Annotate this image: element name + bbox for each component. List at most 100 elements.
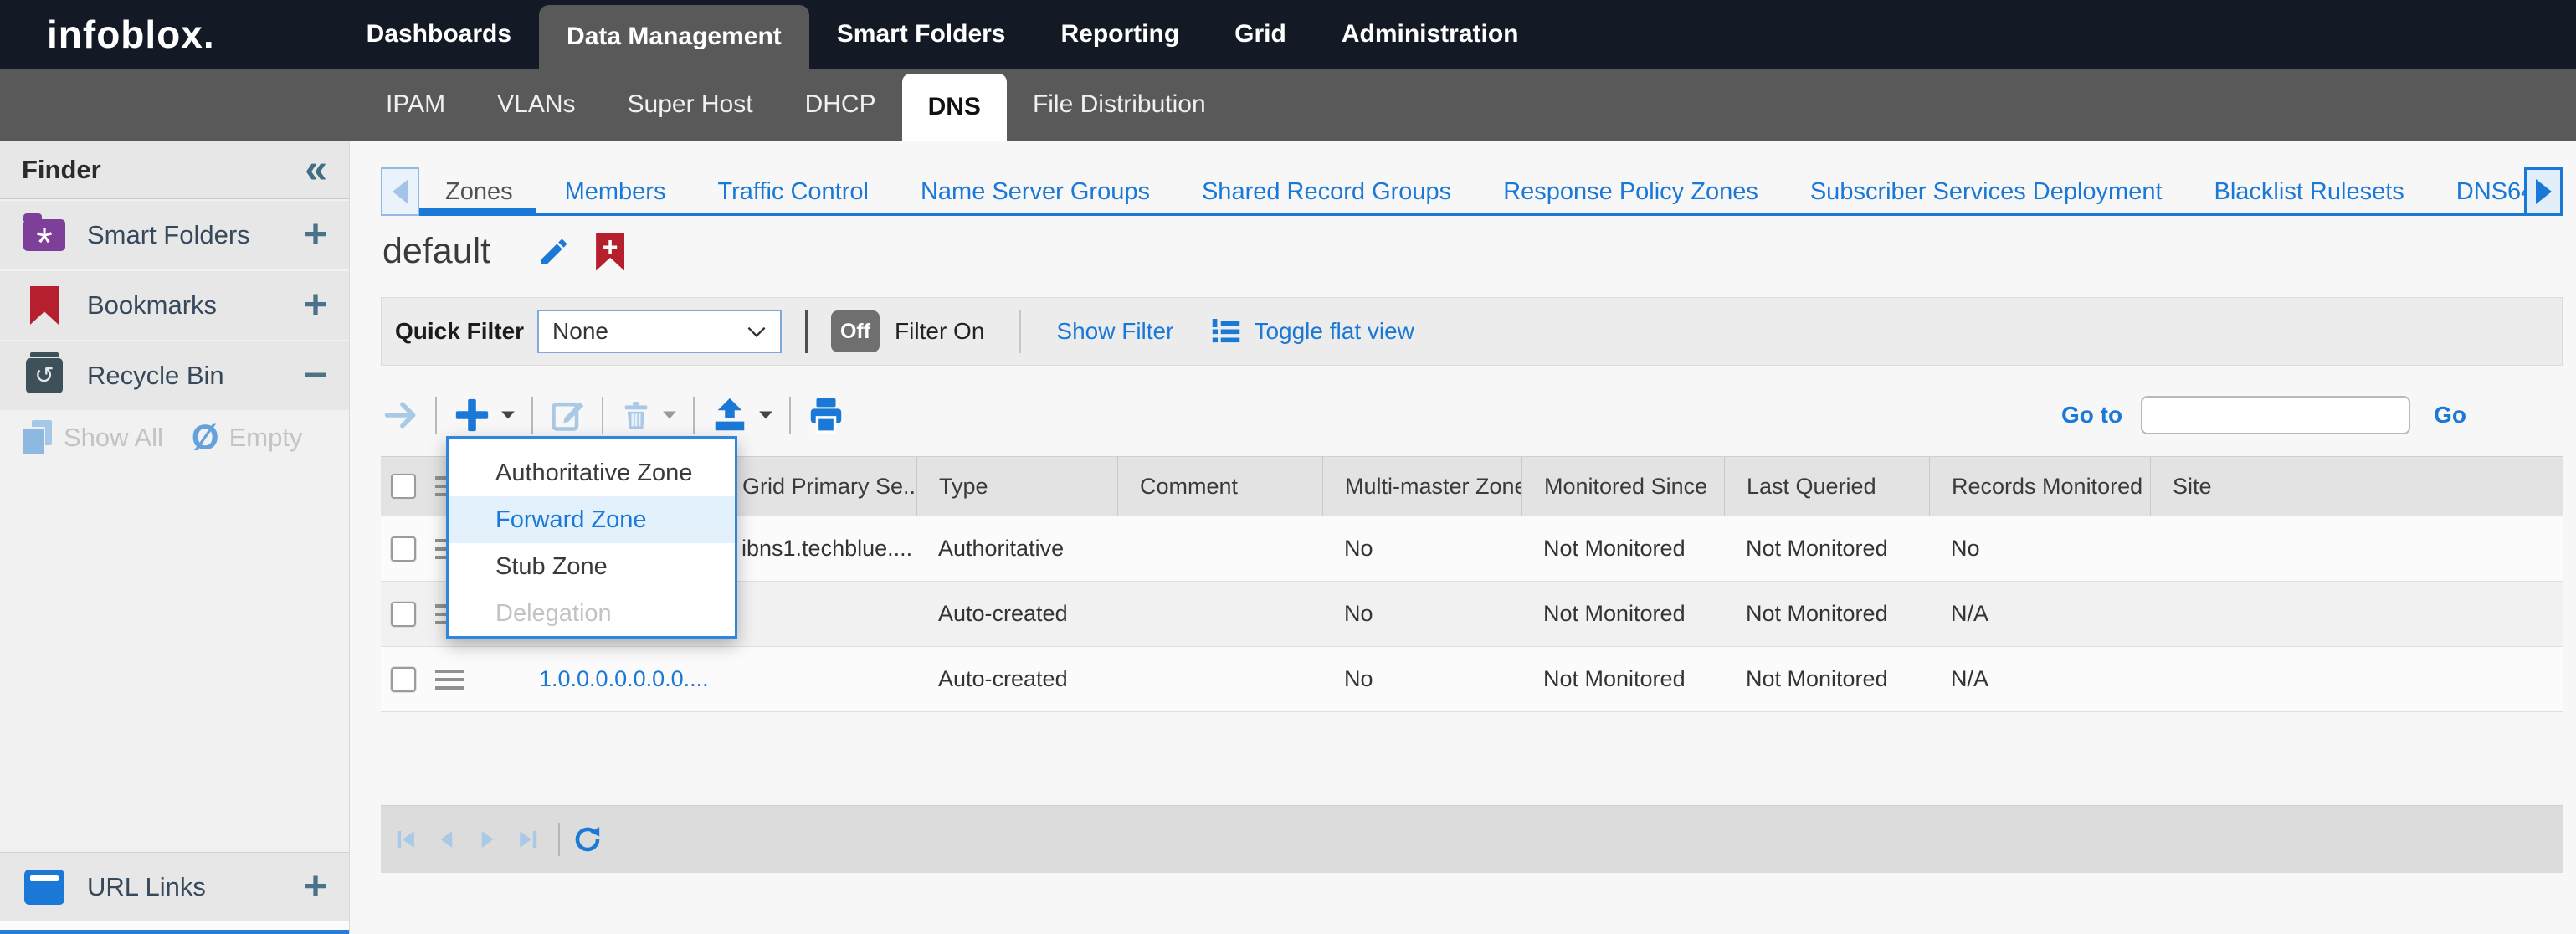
zone-name-link[interactable]: 1.0.0.0.0.0.0.0.... [480, 666, 720, 692]
recycle-bin-icon: ↺ [22, 358, 67, 393]
tabs-scroll-right-button[interactable] [2524, 167, 2563, 216]
row-checkbox[interactable] [391, 602, 416, 627]
chevron-down-icon [747, 326, 767, 338]
divider [1019, 310, 1021, 353]
sidebar-item-bookmarks[interactable]: Bookmarks + [0, 271, 349, 340]
previous-page-button[interactable] [434, 827, 459, 852]
collapse-sidebar-icon[interactable]: « [305, 153, 327, 187]
add-url-link-button[interactable]: + [304, 870, 327, 904]
filter-off-toggle[interactable]: Off [831, 310, 880, 352]
row-checkbox[interactable] [391, 536, 416, 562]
go-to-selected-icon [382, 397, 419, 434]
quick-filter-value: None [552, 318, 608, 345]
tab-response-policy-zones[interactable]: Response Policy Zones [1477, 167, 1784, 216]
tab-dns64-groups[interactable]: DNS64 Groups [2430, 167, 2524, 216]
sub-nav-item-file-distribution[interactable]: File Distribution [1007, 69, 1232, 141]
show-filter-link[interactable]: Show Filter [1056, 318, 1173, 345]
column-header-multi-master-zone[interactable]: Multi-master Zone [1322, 457, 1521, 516]
import-export-button[interactable] [711, 396, 773, 434]
menu-item-stub-zone[interactable]: Stub Zone [449, 543, 735, 590]
table-row[interactable]: 1.0.0.0.0.0.0.0....Auto-createdNoNot Mon… [381, 647, 2563, 712]
url-links-icon [22, 870, 67, 905]
add-smart-folder-button[interactable]: + [304, 218, 327, 252]
edit-title-icon[interactable] [537, 235, 571, 269]
column-header-site[interactable]: Site [2150, 457, 2563, 516]
add-bookmark-icon[interactable]: + [596, 233, 624, 271]
toggle-flat-view-link[interactable]: Toggle flat view [1254, 318, 1414, 345]
sub-nav-item-vlans[interactable]: VLANs [471, 69, 601, 141]
recycle-bin-actions: Show All Ø Empty [0, 410, 349, 465]
tab-zones[interactable]: Zones [419, 167, 539, 216]
caret-down-icon[interactable] [500, 410, 516, 420]
top-nav-item-dashboards[interactable]: Dashboards [339, 0, 539, 69]
sub-nav-item-dns[interactable]: DNS [902, 74, 1007, 141]
column-header-monitored-since[interactable]: Monitored Since [1521, 457, 1724, 516]
table-empty-area [381, 712, 2563, 806]
cell-grid-primary-se: ibns1.techblue.... [720, 536, 916, 562]
tab-subscriber-services-deployment[interactable]: Subscriber Services Deployment [1784, 167, 2189, 216]
sub-nav-item-dhcp[interactable]: DHCP [779, 69, 902, 141]
sidebar-item-smart-folders[interactable]: * Smart Folders + [0, 201, 349, 269]
delete-button [619, 397, 677, 434]
sidebar-bottom-bar [0, 930, 349, 934]
empty-button[interactable]: Empty [229, 423, 303, 453]
row-checkbox[interactable] [391, 667, 416, 692]
add-button[interactable] [453, 396, 516, 434]
sidebar-item-url-links[interactable]: URL Links + [0, 852, 349, 921]
row-menu-icon[interactable] [435, 670, 464, 690]
first-page-button[interactable] [394, 827, 419, 852]
tabs-scroll-left-button[interactable] [381, 167, 419, 216]
tab-traffic-control[interactable]: Traffic Control [691, 167, 895, 216]
caret-down-icon[interactable] [758, 410, 773, 420]
divider [558, 823, 560, 856]
top-nav-item-reporting[interactable]: Reporting [1034, 0, 1208, 69]
show-all-button[interactable]: Show All [64, 423, 163, 453]
tab-blacklist-rulesets[interactable]: Blacklist Rulesets [2189, 167, 2430, 216]
row-handle-cell [427, 647, 480, 711]
sidebar-item-recycle-bin[interactable]: ↺ Recycle Bin − [0, 341, 349, 410]
sub-nav: IPAMVLANsSuper HostDHCPDNSFile Distribut… [0, 69, 2576, 141]
top-nav-item-data-management[interactable]: Data Management [539, 5, 809, 69]
top-nav-item-smart-folders[interactable]: Smart Folders [809, 0, 1034, 69]
column-header-grid-primary-se[interactable]: Grid Primary Se... [720, 457, 916, 516]
top-nav-item-administration[interactable]: Administration [1314, 0, 1547, 69]
tab-shared-record-groups[interactable]: Shared Record Groups [1176, 167, 1477, 216]
add-bookmark-button[interactable]: + [304, 289, 327, 322]
tabs-underline [381, 213, 2563, 216]
sub-nav-item-ipam[interactable]: IPAM [360, 69, 471, 141]
sidebar-item-label: URL Links [87, 872, 304, 902]
cell-records-monitored: No [1929, 536, 2150, 562]
row-select-cell [381, 582, 427, 646]
cell-monitored-since: Not Monitored [1521, 601, 1724, 627]
sidebar-item-label: Recycle Bin [87, 361, 304, 391]
next-page-button[interactable] [475, 827, 500, 852]
tab-members[interactable]: Members [539, 167, 692, 216]
infoblox-logo: infoblox. [47, 12, 215, 57]
cell-type: Auto-created [916, 666, 1117, 692]
go-button[interactable]: Go [2434, 402, 2466, 429]
menu-item-authoritative-zone[interactable]: Authoritative Zone [449, 449, 735, 496]
chevron-right-icon [2536, 179, 2552, 204]
caret-down-icon [662, 410, 677, 420]
quick-filter-select[interactable]: None [537, 310, 782, 353]
column-header-type[interactable]: Type [916, 457, 1117, 516]
sub-nav-item-super-host[interactable]: Super Host [602, 69, 779, 141]
collapse-recycle-bin-button[interactable]: − [304, 359, 327, 393]
top-nav-item-grid[interactable]: Grid [1207, 0, 1314, 69]
menu-item-forward-zone[interactable]: Forward Zone [449, 496, 735, 543]
last-page-button[interactable] [515, 827, 540, 852]
column-header-records-monitored[interactable]: Records Monitored [1929, 457, 2150, 516]
bookmarks-icon [22, 286, 67, 325]
cell-multi-master-zone: No [1322, 601, 1521, 627]
select-all-checkbox[interactable] [391, 474, 416, 499]
tab-name-server-groups[interactable]: Name Server Groups [895, 167, 1176, 216]
goto-input[interactable] [2141, 396, 2410, 434]
smart-folders-icon: * [22, 219, 67, 251]
print-button[interactable] [807, 396, 845, 434]
sidebar-item-label: Smart Folders [87, 220, 304, 250]
column-header-comment[interactable]: Comment [1117, 457, 1322, 516]
finder-header: Finder « [0, 141, 349, 199]
empty-icon: Ø [192, 423, 219, 453]
column-header-last-queried[interactable]: Last Queried [1724, 457, 1929, 516]
refresh-button[interactable] [573, 825, 602, 854]
